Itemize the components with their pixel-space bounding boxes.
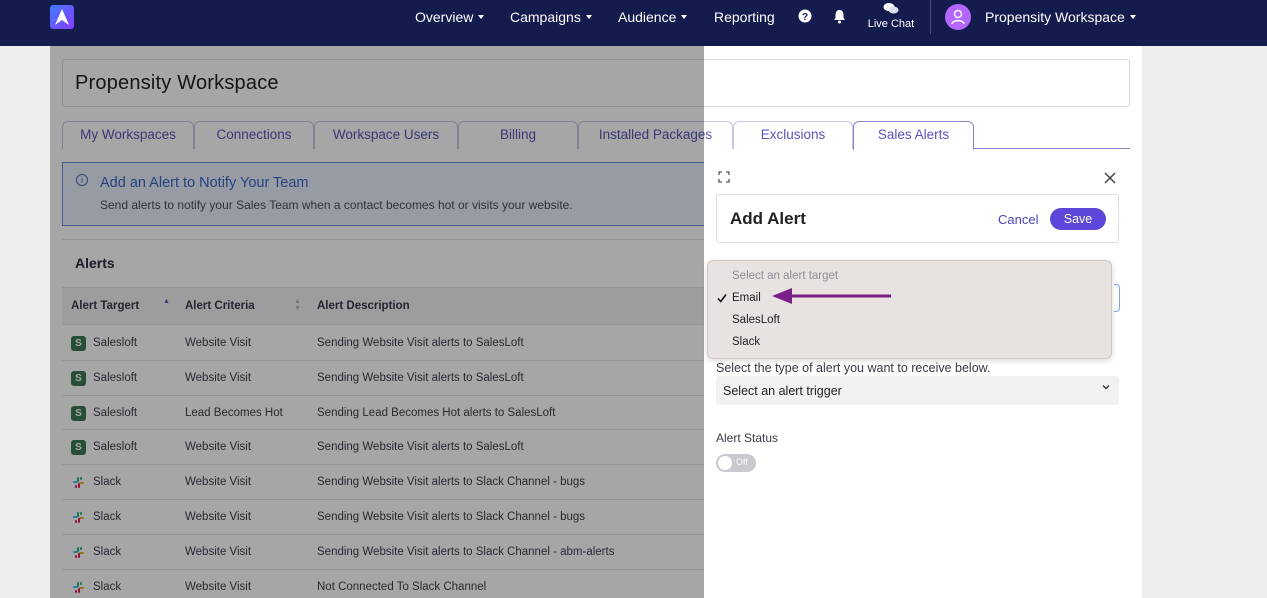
tab-exclusions[interactable]: Exclusions [733,121,853,149]
drawer-title: Add Alert [730,209,806,228]
add-alert-drawer: Add Alert Cancel Save Select the type of… [704,160,1142,598]
alert-trigger-placeholder: Select an alert trigger [723,384,842,398]
toggle-state-label: Off [736,457,748,467]
expand-icon[interactable] [718,171,730,186]
nav-audience-label: Audience [618,9,677,25]
caret-down-icon [681,15,688,20]
alert-trigger-select[interactable]: Select an alert trigger [716,376,1119,405]
tab-sales-alerts[interactable]: Sales Alerts [853,121,974,150]
nav-overview-label: Overview [415,9,474,25]
annotation-arrow-icon [772,288,891,304]
alert-status-label: Alert Status [716,431,779,445]
nav-audience[interactable]: Audience [618,9,688,25]
nav-divider [930,0,931,34]
alert-trigger-label: Select the type of alert you want to rec… [716,361,991,375]
checkmark-icon [717,293,727,306]
save-button[interactable]: Save [1050,208,1106,230]
user-avatar[interactable] [945,4,971,30]
caret-down-icon [478,15,485,20]
menu-placeholder: Select an alert target [732,270,839,282]
chevron-down-icon [1101,382,1111,395]
nav-reporting-label: Reporting [714,9,775,25]
nav-campaigns-label: Campaigns [510,9,581,25]
svg-text:?: ? [802,12,808,23]
menu-option-slack[interactable]: Slack [732,336,760,348]
help-icon[interactable]: ? [797,9,813,25]
nav-campaigns[interactable]: Campaigns [510,9,592,25]
nav-reporting[interactable]: Reporting [714,9,775,25]
menu-option-salesloft[interactable]: SalesLoft [732,314,780,326]
app-logo[interactable] [50,5,74,29]
menu-option-email[interactable]: Email [732,292,761,304]
toggle-knob [718,456,732,470]
workspace-switcher-label: Propensity Workspace [985,9,1125,25]
modal-backdrop[interactable] [50,46,704,598]
alert-target-select[interactable] [1114,284,1120,312]
caret-down-icon [585,15,592,20]
alert-target-dropdown-menu: Select an alert target Email SalesLoft S… [707,260,1112,359]
alert-status-toggle[interactable]: Off [716,454,756,472]
add-alert-header: Add Alert Cancel Save [716,194,1119,243]
live-chat-label: Live Chat [867,18,915,30]
live-chat-button[interactable]: Live Chat [866,2,916,30]
cancel-button[interactable]: Cancel [998,212,1038,227]
caret-down-icon [1129,15,1136,20]
workspace-switcher[interactable]: Propensity Workspace [985,9,1136,25]
top-nav: Overview Campaigns Audience Reporting ? … [0,0,1267,46]
notification-bell-icon[interactable] [832,9,846,25]
nav-overview[interactable]: Overview [415,9,485,25]
close-icon[interactable] [1104,168,1116,189]
chat-bubbles-icon [866,2,916,18]
